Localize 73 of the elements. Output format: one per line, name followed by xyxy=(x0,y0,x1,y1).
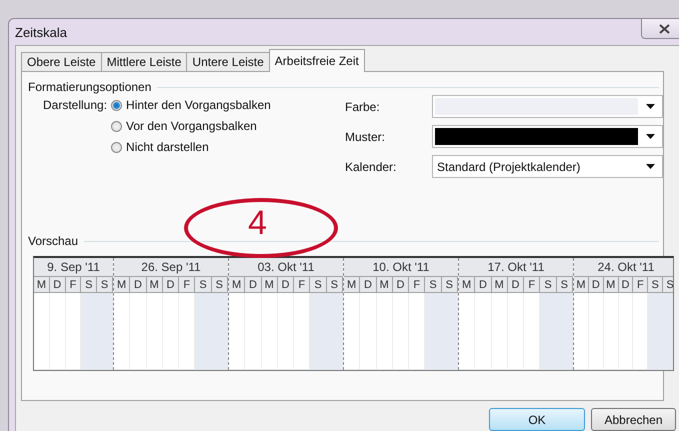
day-label: F xyxy=(524,277,540,293)
group-heading: Vorschau xyxy=(28,234,78,248)
display-label: Darstellung: xyxy=(43,98,108,114)
day-label: M xyxy=(459,277,476,293)
day-label: M xyxy=(344,277,360,293)
week-label: 17. Okt '11 xyxy=(459,258,573,277)
week-label: 03. Okt '11 xyxy=(229,258,343,277)
day-label: S xyxy=(310,277,327,293)
day-label: S xyxy=(195,277,212,293)
tab[interactable]: Obere Leiste xyxy=(21,52,102,72)
day-label: M xyxy=(574,277,589,293)
radio-label[interactable]: Vor den Vorgangsbalken xyxy=(126,119,257,133)
day-label: D xyxy=(130,277,147,293)
day-label: S xyxy=(442,277,458,293)
day-label: D xyxy=(278,277,294,293)
day-label: M xyxy=(34,277,50,293)
tab[interactable]: Mittlere Leiste xyxy=(100,52,188,72)
cancel-button[interactable]: Abbrechen xyxy=(591,408,676,431)
day-label: M xyxy=(114,277,130,293)
day-label: M xyxy=(229,277,246,293)
close-button[interactable] xyxy=(641,19,679,39)
day-label: D xyxy=(588,277,604,293)
week-label: 9. Sep '11 xyxy=(34,258,113,277)
day-label: F xyxy=(633,277,648,293)
field-label: Kalender: xyxy=(345,160,398,174)
day-label: D xyxy=(475,277,492,293)
day-label: D xyxy=(360,277,377,293)
day-label: D xyxy=(618,277,634,293)
day-label: M xyxy=(604,277,619,293)
day-label: M xyxy=(492,277,508,293)
day-label: S xyxy=(540,277,557,293)
day-label: F xyxy=(294,277,310,293)
day-label: S xyxy=(97,277,113,293)
close-icon xyxy=(658,24,670,34)
radio-button[interactable] xyxy=(111,120,122,132)
day-label: M xyxy=(376,277,393,293)
day-label: S xyxy=(326,277,343,293)
week-label: 26. Sep '11 xyxy=(114,258,228,277)
window-title: Zeitskala xyxy=(15,24,68,40)
week-label: 24. Okt '11 xyxy=(574,258,673,277)
field-label: Farbe: xyxy=(345,100,381,114)
radio-button[interactable] xyxy=(111,142,122,152)
dropdown[interactable]: Standard (Projektkalender) xyxy=(432,155,663,178)
radio-label[interactable]: Hinter den Vorgangsbalken xyxy=(126,98,271,112)
caret-icon xyxy=(646,164,655,169)
day-label: D xyxy=(245,277,262,293)
day-label: F xyxy=(179,277,196,293)
day-label: D xyxy=(50,277,66,293)
tab[interactable]: Arbeitsfreie Zeit xyxy=(268,49,365,72)
day-label: S xyxy=(648,277,664,293)
day-label: S xyxy=(81,277,98,293)
ok-button[interactable]: OK xyxy=(489,408,585,431)
day-label: F xyxy=(66,277,82,293)
day-label: F xyxy=(409,277,426,293)
day-label: M xyxy=(262,277,278,293)
day-label: D xyxy=(508,277,524,293)
caret-icon xyxy=(646,134,655,139)
day-label: S xyxy=(212,277,228,293)
radio-label[interactable]: Nicht darstellen xyxy=(126,140,209,154)
day-label: M xyxy=(146,277,163,293)
tab[interactable]: Untere Leiste xyxy=(186,52,270,72)
annotation-number: 4 xyxy=(248,203,267,243)
dropdown[interactable] xyxy=(432,125,663,148)
day-label: S xyxy=(556,277,573,293)
week-label: 10. Okt '11 xyxy=(344,258,458,277)
day-label: S xyxy=(425,277,442,293)
radio-button[interactable] xyxy=(111,100,122,110)
day-label: S xyxy=(663,277,673,293)
caret-icon xyxy=(646,104,655,109)
group-heading: Formatierungsoptionen xyxy=(28,80,152,94)
day-label: D xyxy=(392,277,410,293)
day-label: D xyxy=(162,277,180,293)
field-label: Muster: xyxy=(345,130,386,144)
